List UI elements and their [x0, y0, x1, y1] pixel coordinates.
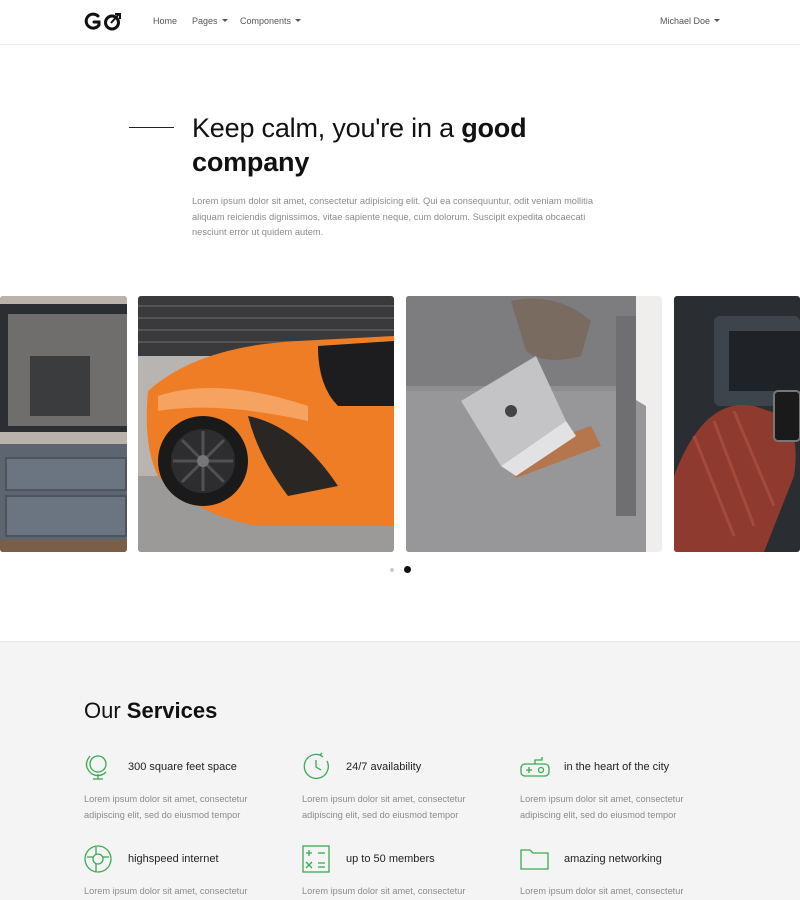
carousel-slide-laptop[interactable]	[406, 296, 662, 552]
chevron-down-icon	[714, 19, 721, 22]
service-text-networking: Lorem ipsum dolor sit amet, consectetur	[520, 886, 684, 896]
carousel-dot-1[interactable]	[390, 568, 394, 572]
nav-home-link[interactable]: Home	[153, 16, 177, 26]
user-menu-dropdown[interactable]: Michael Doe	[660, 16, 721, 26]
carousel-slide-car-interior[interactable]	[674, 296, 800, 552]
calculator-icon	[302, 845, 330, 873]
carousel-slide-tv[interactable]	[0, 296, 127, 552]
nav-pages-dropdown[interactable]: Pages	[192, 16, 228, 26]
orange-sports-car-photo	[138, 296, 394, 552]
nav-pages-label: Pages	[192, 16, 218, 26]
hero-title-bold-1: good	[461, 113, 527, 143]
service-text-availability: Lorem ipsum dolor sit amet, consectetur …	[302, 794, 466, 820]
hero-description: Lorem ipsum dolor sit amet, consectetur …	[192, 196, 593, 237]
service-title-internet: highspeed internet	[128, 853, 219, 865]
nav-components-dropdown[interactable]: Components	[240, 16, 302, 26]
carousel-slide-car[interactable]	[138, 296, 394, 552]
tv-stand-photo	[0, 296, 127, 552]
carousel-dot-2-active[interactable]	[404, 566, 411, 573]
clock-icon	[303, 752, 329, 779]
service-text-location: Lorem ipsum dolor sit amet, consectetur …	[520, 794, 684, 820]
lifebuoy-icon	[84, 845, 112, 873]
services-title-light: Our	[84, 698, 127, 723]
chevron-down-icon	[221, 19, 228, 22]
laptop-on-sofa-photo	[406, 296, 662, 552]
service-title-availability: 24/7 availability	[346, 761, 422, 773]
service-title-space: 300 square feet space	[128, 761, 237, 773]
user-name: Michael Doe	[660, 16, 711, 26]
service-text-space: Lorem ipsum dolor sit amet, consectetur …	[84, 794, 248, 820]
hero-divider	[129, 127, 174, 128]
go-logo[interactable]	[84, 11, 124, 33]
service-text-members: Lorem ipsum dolor sit amet, consectetur	[302, 886, 466, 896]
chevron-down-icon	[295, 19, 302, 22]
nav-components-label: Components	[240, 16, 292, 26]
service-title-members: up to 50 members	[346, 853, 435, 865]
folder-icon	[520, 849, 549, 870]
hero-title-bold-2: company	[192, 147, 310, 177]
hero-title-light: Keep calm, you're in a	[192, 113, 462, 143]
top-navbar: Home Pages Components Michael Doe	[0, 0, 800, 45]
gamepad-icon	[520, 757, 550, 777]
globe-icon	[85, 755, 107, 780]
service-title-location: in the heart of the city	[564, 761, 670, 773]
service-title-networking: amazing networking	[564, 853, 662, 865]
hero-title: Keep calm, you're in a good company	[192, 111, 612, 179]
services-title-bold: Services	[126, 698, 218, 723]
car-interior-wrist-photo	[674, 296, 800, 552]
service-text-internet: Lorem ipsum dolor sit amet, consectetur	[84, 886, 248, 896]
services-title: Our Services	[84, 698, 217, 724]
